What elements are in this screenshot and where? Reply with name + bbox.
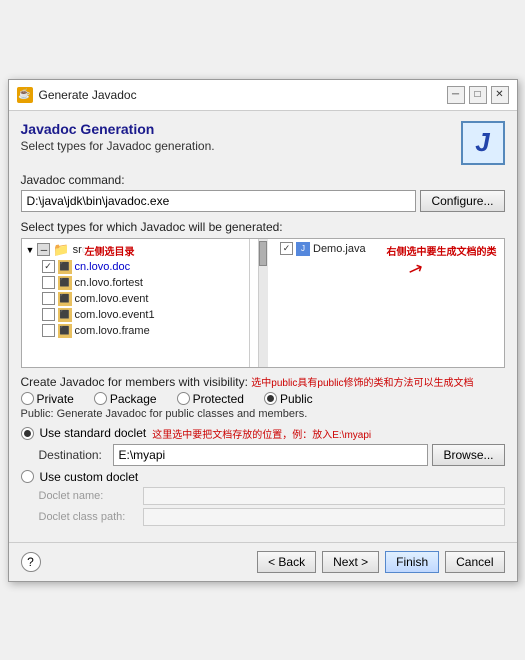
src-label: src: [73, 244, 88, 256]
tree-item-com-lovo-event1[interactable]: ⬛ com.lovo.event1: [24, 307, 248, 323]
browse-button[interactable]: Browse...: [432, 444, 504, 466]
javadoc-logo: J: [461, 121, 505, 165]
public-radio[interactable]: [264, 392, 277, 405]
custom-doclet-option: Use custom doclet: [21, 470, 505, 484]
src-checkbox[interactable]: ─: [37, 243, 50, 256]
standard-doclet-radio[interactable]: [21, 427, 34, 440]
com-lovo-event-checkbox[interactable]: [42, 292, 55, 305]
left-panel[interactable]: ▼ ─ 📁 src ✓ ⬛ cn.lovo.doc ⬛ cn.lovo.fort…: [22, 239, 251, 367]
next-button[interactable]: Next >: [322, 551, 379, 573]
finish-button[interactable]: Finish: [385, 551, 439, 573]
tree-item-src[interactable]: ▼ ─ 📁 src: [24, 241, 248, 259]
doclet-name-row: Doclet name:: [39, 487, 505, 505]
left-scrollbar[interactable]: [258, 239, 268, 367]
visibility-radio-row: Private Package Protected Public: [21, 392, 505, 406]
protected-label: Protected: [193, 392, 244, 406]
cn-lovo-fortest-label: cn.lovo.fortest: [75, 277, 143, 289]
command-input[interactable]: [21, 190, 417, 212]
page-subtitle: Select types for Javadoc generation.: [21, 139, 215, 153]
com-lovo-event-label: com.lovo.event: [75, 293, 149, 305]
title-bar: ☕ Generate Javadoc ─ □ ✕: [9, 80, 517, 111]
maximize-button[interactable]: □: [469, 86, 487, 104]
custom-doclet-radio[interactable]: [21, 470, 34, 483]
demo-java-label: Demo.java: [313, 243, 366, 255]
com-lovo-event1-checkbox[interactable]: [42, 308, 55, 321]
types-panel: ▼ ─ 📁 src ✓ ⬛ cn.lovo.doc ⬛ cn.lovo.fort…: [21, 238, 505, 368]
com-lovo-frame-label: com.lovo.frame: [75, 325, 150, 337]
tree-item-cn-lovo-fortest[interactable]: ⬛ cn.lovo.fortest: [24, 275, 248, 291]
generate-javadoc-window: ☕ Generate Javadoc ─ □ ✕ Javadoc Generat…: [8, 79, 518, 582]
page-title: Javadoc Generation: [21, 121, 215, 137]
command-row: Configure...: [21, 190, 505, 212]
package-label: Package: [110, 392, 157, 406]
window-icon: ☕: [17, 87, 33, 103]
tree-item-com-lovo-event[interactable]: ⬛ com.lovo.event: [24, 291, 248, 307]
title-controls: ─ □ ✕: [447, 86, 509, 104]
cancel-button[interactable]: Cancel: [445, 551, 504, 573]
dialog-content: Javadoc Generation Select types for Java…: [9, 111, 517, 542]
tree-item-demo-java[interactable]: ✓ J Demo.java: [278, 241, 502, 257]
tree-item-cn-lovo-doc[interactable]: ✓ ⬛ cn.lovo.doc: [24, 259, 248, 275]
help-button[interactable]: ?: [21, 552, 41, 572]
java-file-icon: J: [296, 242, 310, 256]
public-description: Public: Generate Javadoc for public clas…: [21, 408, 505, 420]
window-title: Generate Javadoc: [39, 88, 137, 102]
bottom-bar: ? < Back Next > Finish Cancel: [9, 542, 517, 581]
visibility-section: Create Javadoc for members with visibili…: [21, 374, 505, 420]
visibility-label: Create Javadoc for members with visibili…: [21, 374, 505, 389]
public-label: Public: [280, 392, 313, 406]
custom-doclet-label: Use custom doclet: [40, 470, 139, 484]
demo-java-checkbox[interactable]: ✓: [280, 242, 293, 255]
radio-package[interactable]: Package: [94, 392, 157, 406]
doclet-section: Use standard doclet 这里选中要把文档存放的位置，例：放入E:…: [21, 426, 505, 526]
radio-public[interactable]: Public: [264, 392, 313, 406]
com-lovo-event1-label: com.lovo.event1: [75, 309, 155, 321]
destination-row: Destination: Browse...: [39, 444, 505, 466]
radio-private[interactable]: Private: [21, 392, 74, 406]
cn-lovo-doc-label: cn.lovo.doc: [75, 261, 131, 273]
cn-lovo-doc-checkbox[interactable]: ✓: [42, 260, 55, 273]
destination-label: Destination:: [39, 448, 109, 462]
title-bar-left: ☕ Generate Javadoc: [17, 87, 137, 103]
pkg-icon-5: ⬛: [58, 324, 72, 338]
standard-doclet-label: Use standard doclet: [40, 426, 147, 440]
radio-protected[interactable]: Protected: [177, 392, 244, 406]
doclet-name-input: [143, 487, 505, 505]
back-button[interactable]: < Back: [257, 551, 316, 573]
standard-doclet-option: Use standard doclet 这里选中要把文档存放的位置，例：放入E:…: [21, 426, 505, 441]
folder-icon: 📁: [53, 242, 69, 258]
visibility-annotation: 选中public具有public修饰的类和方法可以生成文档: [251, 378, 473, 389]
left-scrollbar-thumb[interactable]: [259, 241, 267, 266]
configure-button[interactable]: Configure...: [420, 190, 504, 212]
doclet-classpath-row: Doclet class path:: [39, 508, 505, 526]
pkg-icon: ⬛: [58, 260, 72, 274]
destination-input[interactable]: [113, 444, 429, 466]
doclet-classpath-input: [143, 508, 505, 526]
protected-radio[interactable]: [177, 392, 190, 405]
cn-lovo-fortest-checkbox[interactable]: [42, 276, 55, 289]
command-label: Javadoc command:: [21, 173, 505, 187]
doclet-name-label: Doclet name:: [39, 490, 139, 502]
tree-item-com-lovo-frame[interactable]: ⬛ com.lovo.frame: [24, 323, 248, 339]
bottom-right: < Back Next > Finish Cancel: [257, 551, 504, 573]
close-button[interactable]: ✕: [491, 86, 509, 104]
pkg-icon-2: ⬛: [58, 276, 72, 290]
private-radio[interactable]: [21, 392, 34, 405]
types-label: Select types for which Javadoc will be g…: [21, 220, 505, 234]
pkg-icon-3: ⬛: [58, 292, 72, 306]
bottom-left: ?: [21, 552, 41, 572]
package-radio[interactable]: [94, 392, 107, 405]
private-label: Private: [37, 392, 74, 406]
expand-icon: ▼: [26, 245, 35, 255]
right-panel[interactable]: ✓ J Demo.java: [276, 239, 504, 367]
pkg-icon-4: ⬛: [58, 308, 72, 322]
com-lovo-frame-checkbox[interactable]: [42, 324, 55, 337]
page-header: Javadoc Generation Select types for Java…: [21, 121, 215, 163]
doclet-classpath-label: Doclet class path:: [39, 511, 139, 523]
standard-annotation: 这里选中要把文档存放的位置，例：放入E:\myapi: [152, 426, 371, 441]
minimize-button[interactable]: ─: [447, 86, 465, 104]
